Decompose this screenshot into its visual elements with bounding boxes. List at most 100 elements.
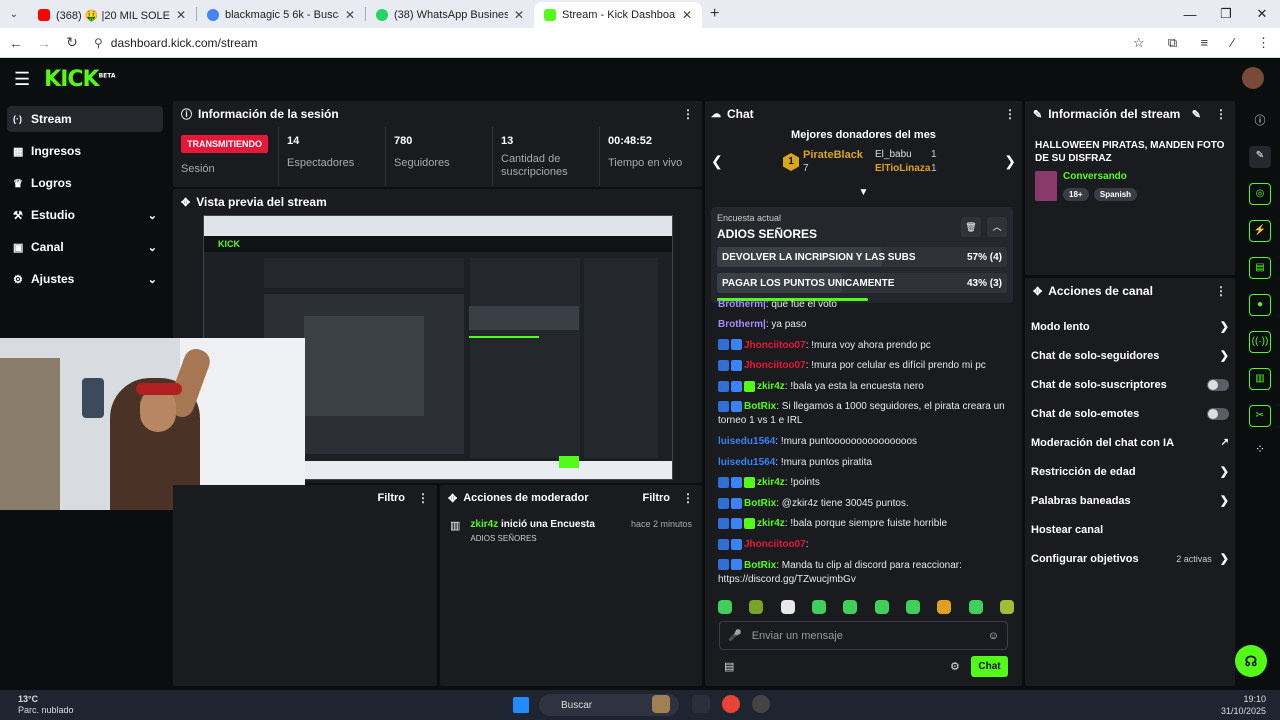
emote-icon[interactable]	[749, 600, 764, 614]
store-icon[interactable]: ▤	[724, 660, 734, 673]
sidebar-item-estudio[interactable]: ⚒ Estudio ⌄	[7, 202, 163, 228]
info-icon[interactable]: ⓘ	[1240, 112, 1280, 128]
sidebar-item-ingresos[interactable]: ▦ Ingresos	[7, 138, 163, 164]
more-options-icon[interactable]: ⋮	[682, 491, 694, 505]
sidebar-item-logros[interactable]: ♛ Logros	[7, 170, 163, 196]
browser-tab-kick[interactable]: Stream - Kick Dashboard ✕	[534, 2, 702, 28]
chrome-icon[interactable]	[722, 695, 740, 713]
chevron-right-icon[interactable]: ❯	[1220, 552, 1229, 565]
collapse-icon[interactable]: ▼	[705, 187, 1022, 198]
window-close-icon[interactable]: ✕	[1244, 6, 1280, 22]
chat-username[interactable]: Jhonciitoo07	[744, 360, 806, 371]
browser-tab-whatsapp[interactable]: (38) WhatsApp Business ✕	[366, 2, 534, 28]
extensions-icon[interactable]: ⧉	[1168, 35, 1177, 50]
note-icon[interactable]: ▤	[1249, 257, 1271, 279]
sidebar-item-ajustes[interactable]: ⚙ Ajustes ⌄	[7, 266, 163, 292]
chevron-up-icon[interactable]: ︿	[987, 217, 1007, 237]
obs-icon[interactable]	[752, 695, 770, 713]
chat-username[interactable]: Jhonciitoo07	[744, 340, 806, 351]
record-icon[interactable]: ◎	[1249, 183, 1271, 205]
sidebar-item-stream[interactable]: (·) Stream	[7, 106, 163, 132]
channel-action-item[interactable]: Restricción de edad ❯	[1025, 457, 1235, 486]
channel-action-item[interactable]: Palabras baneadas ❯	[1025, 486, 1235, 515]
more-options-icon[interactable]: ⋮	[1215, 107, 1227, 121]
widgets-icon[interactable]	[652, 695, 670, 713]
channel-action-item[interactable]: Chat de solo-seguidores ❯	[1025, 341, 1235, 370]
channel-action-item[interactable]: Configurar objetivos 2 activas ❯	[1025, 544, 1235, 573]
chat-username[interactable]: BotRix	[744, 560, 776, 571]
chat-username[interactable]: luisedu1564	[718, 436, 775, 447]
help-button[interactable]: ☊	[1235, 645, 1267, 677]
chat-username[interactable]: Brotherm|	[718, 299, 766, 310]
avatar[interactable]	[1242, 67, 1264, 89]
tab-search-icon[interactable]: ⌄	[0, 9, 28, 20]
microphone-icon[interactable]: 🎤	[728, 629, 742, 642]
emote-icon[interactable]	[937, 600, 952, 614]
emoji-icon[interactable]: ☺	[988, 630, 999, 642]
forward-icon[interactable]: →	[32, 35, 56, 51]
chat-username[interactable]: Brotherm|	[718, 319, 766, 330]
weather-widget[interactable]: 13°C Parc. nublado	[18, 694, 74, 716]
browser-tab-google[interactable]: blackmagic 5 6k - Buscar con G✕	[197, 2, 365, 28]
close-icon[interactable]: ✕	[682, 8, 692, 22]
channel-action-item[interactable]: Chat de solo-emotes	[1025, 399, 1235, 428]
emote-icon[interactable]	[999, 600, 1014, 614]
files-icon[interactable]	[692, 695, 710, 713]
chevron-right-icon[interactable]: ❯	[1220, 465, 1229, 478]
new-tab-button[interactable]: +	[702, 5, 727, 23]
channel-action-item[interactable]: Chat de solo-suscriptores	[1025, 370, 1235, 399]
chat-username[interactable]: zkir4z	[757, 518, 785, 529]
hamburger-icon[interactable]: ☰	[14, 69, 30, 90]
chat-username[interactable]: BotRix	[744, 401, 776, 412]
bookmark-star-icon[interactable]: ☆	[1133, 35, 1145, 50]
chat-username[interactable]: zkir4z	[757, 381, 785, 392]
toggle-switch[interactable]	[1207, 378, 1229, 391]
back-icon[interactable]: ←	[4, 35, 28, 51]
filter-button[interactable]: Filtro	[643, 492, 671, 504]
channel-action-item[interactable]: Modo lento ❯	[1025, 312, 1235, 341]
kick-logo[interactable]: KICKBETA	[44, 67, 115, 92]
more-options-icon[interactable]: ⋮	[1215, 284, 1227, 298]
toggle-switch[interactable]	[1207, 407, 1229, 420]
chevron-left-icon[interactable]: ❮	[711, 153, 723, 170]
windows-start-icon[interactable]	[513, 697, 529, 713]
chat-username[interactable]: Jhonciitoo07	[744, 539, 806, 550]
maximize-icon[interactable]: ❐	[1208, 6, 1244, 22]
chat-settings-icon[interactable]: ⚙	[950, 660, 960, 673]
filter-button[interactable]: Filtro	[378, 492, 406, 504]
browser-tab-youtube[interactable]: (368) 🤑 |20 MIL SOLES x Conc✕	[28, 2, 196, 28]
more-options-icon[interactable]: ⋮	[1004, 107, 1016, 121]
wrench-icon[interactable]: ✂	[1249, 405, 1271, 427]
apps-icon[interactable]: ⁘	[1240, 442, 1280, 456]
channel-action-item[interactable]: Hostear canal	[1025, 515, 1235, 544]
channel-action-item[interactable]: Moderación del chat con IA ↗	[1025, 428, 1235, 457]
chat-username[interactable]: zkir4z	[757, 477, 785, 488]
external-link-icon[interactable]: ↗	[1221, 437, 1229, 448]
chat-input[interactable]: 🎤 Enviar un mensaje ☺	[719, 621, 1008, 650]
trash-icon[interactable]: 🗑	[961, 217, 981, 237]
edit-icon[interactable]: ✎	[1192, 108, 1201, 121]
chat-bubble-icon[interactable]: ●	[1249, 294, 1271, 316]
more-options-icon[interactable]: ⋮	[682, 107, 694, 121]
emote-icon[interactable]	[811, 600, 826, 614]
media-icon[interactable]: ≡	[1201, 35, 1209, 50]
edit-icon[interactable]: ✎	[1249, 146, 1271, 168]
chevron-right-icon[interactable]: ❯	[1220, 494, 1229, 507]
chat-send-button[interactable]: Chat	[971, 656, 1008, 677]
reload-icon[interactable]: ↻	[60, 34, 84, 51]
close-icon[interactable]: ✕	[514, 8, 524, 22]
broadcast-icon[interactable]: ((·))	[1249, 331, 1271, 353]
emote-icon[interactable]	[874, 600, 889, 614]
menu-icon[interactable]: ⋮	[1257, 35, 1270, 50]
close-icon[interactable]: ✕	[176, 8, 186, 22]
minimize-icon[interactable]: —	[1172, 7, 1208, 22]
close-icon[interactable]: ✕	[345, 8, 355, 22]
lightning-icon[interactable]: ⚡	[1249, 220, 1271, 242]
profile-icon[interactable]: ⁄	[1231, 35, 1233, 50]
emote-icon[interactable]	[905, 600, 920, 614]
chat-username[interactable]: BotRix	[744, 498, 776, 509]
emote-icon[interactable]	[968, 600, 983, 614]
chevron-right-icon[interactable]: ❯	[1220, 320, 1229, 333]
chevron-right-icon[interactable]: ❯	[1220, 349, 1229, 362]
url-field[interactable]: ⚲ dashboard.kick.com/stream	[94, 36, 1123, 50]
